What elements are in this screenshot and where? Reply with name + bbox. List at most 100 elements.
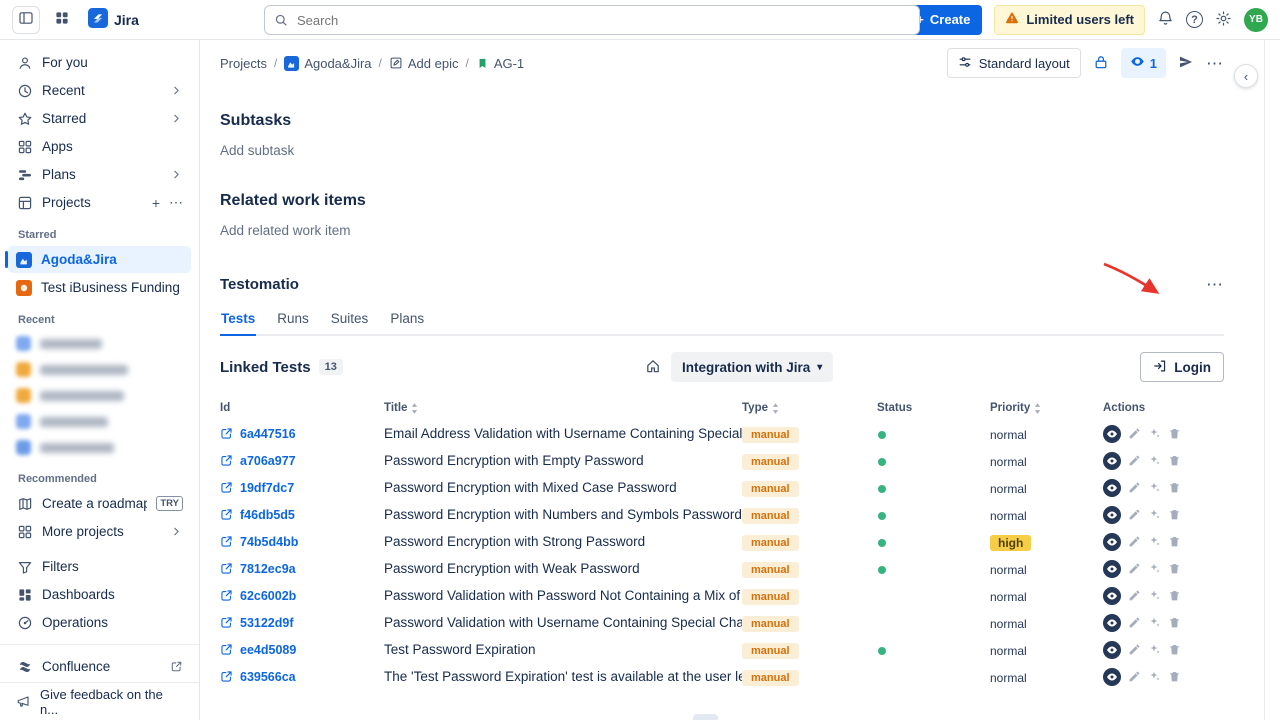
pagination-page-2[interactable]: 2: [726, 714, 751, 720]
add-project-button[interactable]: +: [152, 195, 160, 211]
open-test-icon[interactable]: [220, 562, 233, 575]
edit-test-icon[interactable]: [1128, 643, 1141, 656]
sidebar-item-recent[interactable]: Recent: [8, 77, 191, 104]
expand-panel-button[interactable]: ‹: [1234, 64, 1258, 88]
open-test-icon[interactable]: [220, 616, 233, 629]
share-button[interactable]: [1178, 54, 1194, 73]
test-id-link[interactable]: ee4d5089: [240, 643, 296, 657]
ai-sparkle-icon[interactable]: [1148, 562, 1161, 575]
settings-button[interactable]: [1215, 10, 1232, 30]
tab-tests[interactable]: Tests: [220, 311, 256, 336]
edit-test-icon[interactable]: [1128, 562, 1141, 575]
pagination-page-1[interactable]: 1: [693, 714, 718, 720]
ai-sparkle-icon[interactable]: [1148, 535, 1161, 548]
delete-test-icon[interactable]: [1168, 616, 1181, 629]
column-header-priority[interactable]: Priority: [990, 402, 1103, 414]
test-id-link[interactable]: 7812ec9a: [240, 562, 296, 576]
page-more-button[interactable]: ⋯: [1206, 55, 1224, 72]
notifications-button[interactable]: [1157, 10, 1174, 30]
add-subtask-button[interactable]: Add subtask: [220, 143, 1224, 158]
edit-test-icon[interactable]: [1128, 589, 1141, 602]
limited-users-button[interactable]: Limited users left: [994, 5, 1145, 35]
breadcrumb-projects[interactable]: Projects: [220, 56, 267, 71]
sidebar-item-create-roadmap[interactable]: Create a roadmap TRY: [8, 490, 191, 517]
view-report-button[interactable]: [1103, 506, 1121, 524]
sidebar-toggle-button[interactable]: [12, 6, 40, 34]
standard-layout-button[interactable]: Standard layout: [947, 48, 1081, 78]
edit-test-icon[interactable]: [1128, 535, 1141, 548]
sidebar-item-for-you[interactable]: For you: [8, 49, 191, 76]
recent-item-redacted[interactable]: [8, 409, 191, 434]
test-id-link[interactable]: 639566ca: [240, 670, 296, 684]
recent-item-redacted[interactable]: [8, 357, 191, 382]
column-header-id[interactable]: Id: [220, 402, 384, 414]
test-id-link[interactable]: a706a977: [240, 454, 296, 468]
sidebar-item-dashboards[interactable]: Dashboards: [8, 581, 191, 608]
sidebar-project-test-ibusiness[interactable]: Test iBusiness Funding: [8, 274, 191, 301]
ai-sparkle-icon[interactable]: [1148, 589, 1161, 602]
open-test-icon[interactable]: [220, 535, 233, 548]
view-report-button[interactable]: [1103, 452, 1121, 470]
sidebar-item-starred[interactable]: Starred: [8, 105, 191, 132]
open-test-icon[interactable]: [220, 508, 233, 521]
column-header-title[interactable]: Title: [384, 402, 742, 414]
open-test-icon[interactable]: [220, 589, 233, 602]
view-report-button[interactable]: [1103, 587, 1121, 605]
delete-test-icon[interactable]: [1168, 562, 1181, 575]
breadcrumb-project[interactable]: Agoda&Jira: [284, 56, 371, 71]
tab-plans[interactable]: Plans: [389, 311, 425, 336]
column-header-type[interactable]: Type: [742, 402, 877, 414]
breadcrumb-add-epic[interactable]: Add epic: [389, 56, 459, 71]
delete-test-icon[interactable]: [1168, 481, 1181, 494]
permissions-button[interactable]: [1093, 54, 1109, 73]
app-switcher-button[interactable]: [48, 6, 76, 34]
integration-selector[interactable]: Integration with Jira ▾: [671, 352, 833, 382]
edit-test-icon[interactable]: [1128, 616, 1141, 629]
ai-sparkle-icon[interactable]: [1148, 508, 1161, 521]
test-id-link[interactable]: 19df7dc7: [240, 481, 294, 495]
add-related-work-item-button[interactable]: Add related work item: [220, 223, 1224, 238]
watchers-button[interactable]: 1: [1121, 48, 1166, 78]
delete-test-icon[interactable]: [1168, 670, 1181, 683]
open-test-icon[interactable]: [220, 643, 233, 656]
feedback-button[interactable]: Give feedback on the n...: [0, 682, 199, 720]
recent-item-redacted[interactable]: [8, 435, 191, 460]
test-id-link[interactable]: f46db5d5: [240, 508, 295, 522]
sidebar-item-apps[interactable]: Apps: [8, 133, 191, 160]
open-test-icon[interactable]: [220, 427, 233, 440]
breadcrumb-issue-key[interactable]: AG-1: [476, 56, 524, 71]
testomatio-more-button[interactable]: ⋯: [1206, 276, 1224, 293]
view-report-button[interactable]: [1103, 479, 1121, 497]
view-report-button[interactable]: [1103, 560, 1121, 578]
sidebar-item-assets[interactable]: Assets: [8, 681, 191, 682]
help-button[interactable]: ?: [1186, 11, 1203, 28]
sidebar-project-agoda-jira[interactable]: Agoda&Jira: [8, 246, 191, 273]
open-test-icon[interactable]: [220, 670, 233, 683]
jira-logo[interactable]: Jira: [88, 8, 139, 31]
recent-item-redacted[interactable]: [8, 331, 191, 356]
delete-test-icon[interactable]: [1168, 427, 1181, 440]
view-report-button[interactable]: [1103, 668, 1121, 686]
test-id-link[interactable]: 62c6002b: [240, 589, 296, 603]
ai-sparkle-icon[interactable]: [1148, 454, 1161, 467]
open-test-icon[interactable]: [220, 481, 233, 494]
view-report-button[interactable]: [1103, 641, 1121, 659]
search-input[interactable]: [264, 5, 920, 35]
sidebar-item-filters[interactable]: Filters: [8, 553, 191, 580]
avatar[interactable]: YB: [1244, 8, 1268, 32]
edit-test-icon[interactable]: [1128, 427, 1141, 440]
delete-test-icon[interactable]: [1168, 589, 1181, 602]
ai-sparkle-icon[interactable]: [1148, 616, 1161, 629]
projects-more-button[interactable]: ⋯: [169, 194, 183, 211]
tab-suites[interactable]: Suites: [330, 311, 370, 336]
login-button[interactable]: Login: [1140, 352, 1224, 382]
sidebar-item-operations[interactable]: Operations: [8, 609, 191, 636]
ai-sparkle-icon[interactable]: [1148, 427, 1161, 440]
column-header-status[interactable]: Status: [877, 402, 990, 414]
ai-sparkle-icon[interactable]: [1148, 670, 1161, 683]
edit-test-icon[interactable]: [1128, 508, 1141, 521]
tab-runs[interactable]: Runs: [276, 311, 310, 336]
test-id-link[interactable]: 6a447516: [240, 427, 296, 441]
open-test-icon[interactable]: [220, 454, 233, 467]
test-id-link[interactable]: 53122d9f: [240, 616, 294, 630]
